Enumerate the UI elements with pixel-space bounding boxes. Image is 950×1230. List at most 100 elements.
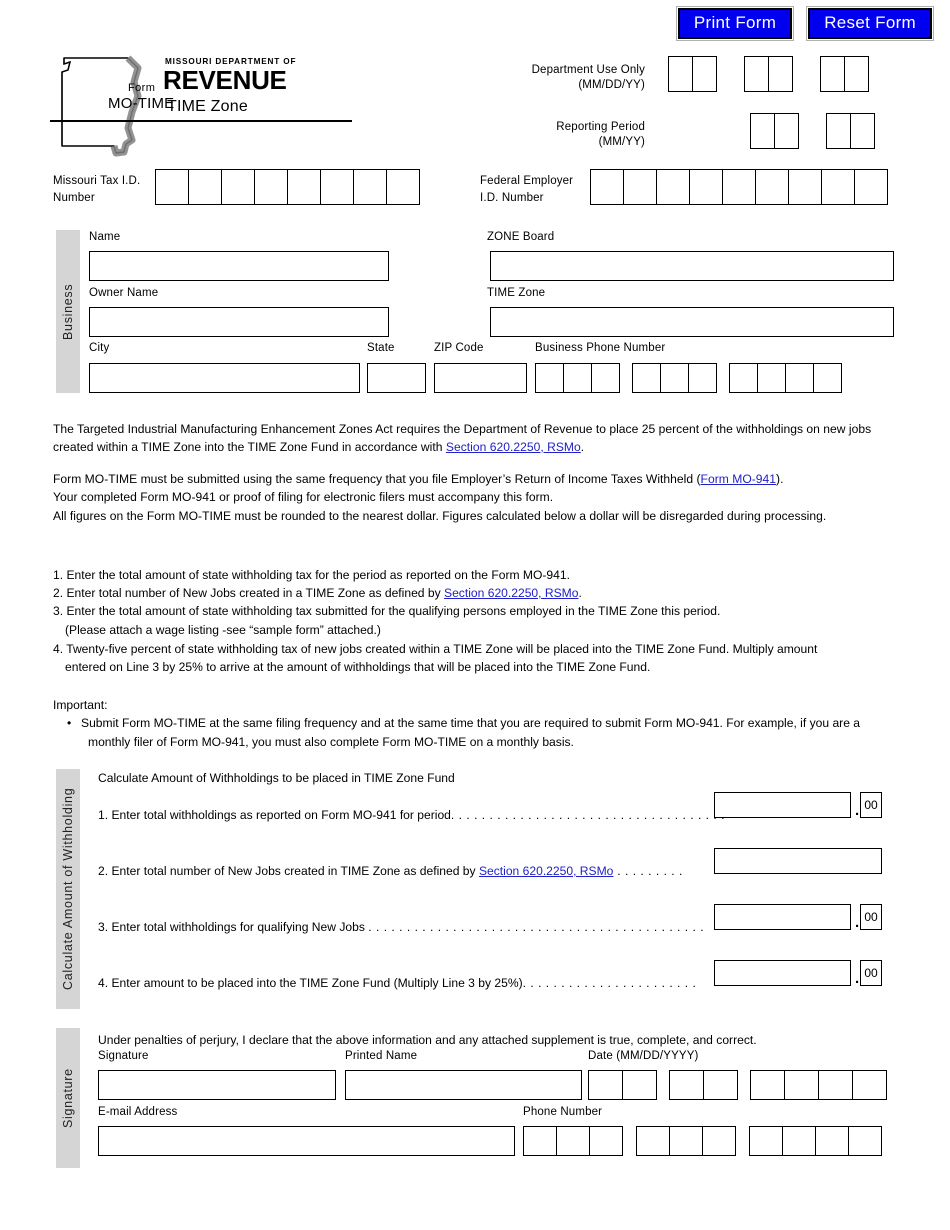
zip-code-input[interactable]	[434, 363, 527, 393]
fein-label-line1: Federal Employer	[480, 175, 574, 187]
reporting-yy-2[interactable]	[850, 113, 875, 149]
signature-phone-d9[interactable]	[815, 1126, 849, 1156]
signature-date-month-group[interactable]	[588, 1070, 657, 1100]
business-phone-d5[interactable]	[660, 363, 689, 393]
dept-use-mm-2[interactable]	[692, 56, 717, 92]
city-input[interactable]	[89, 363, 360, 393]
print-form-button[interactable]: Print Form	[675, 6, 795, 41]
business-phone-d9[interactable]	[785, 363, 814, 393]
email-address-input[interactable]	[98, 1126, 515, 1156]
section-620-2250-link-1[interactable]: Section 620.2250, RSMo	[446, 440, 581, 454]
dept-use-dd-1[interactable]	[744, 56, 769, 92]
fein-digit-4[interactable]	[689, 169, 723, 205]
signature-date-mm-1[interactable]	[588, 1070, 623, 1100]
mo-tax-id-digit-8[interactable]	[386, 169, 420, 205]
mo-tax-id-digit-1[interactable]	[155, 169, 189, 205]
fein-digit-7[interactable]	[788, 169, 822, 205]
signature-date-dd-2[interactable]	[703, 1070, 738, 1100]
signature-date-yyyy-1[interactable]	[750, 1070, 785, 1100]
business-phone-boxes[interactable]	[535, 363, 842, 393]
fein-digit-2[interactable]	[623, 169, 657, 205]
mo-tax-id-digit-5[interactable]	[287, 169, 321, 205]
dept-use-dd-2[interactable]	[768, 56, 793, 92]
signature-phone-d7[interactable]	[749, 1126, 783, 1156]
mo-tax-id-digit-4[interactable]	[254, 169, 288, 205]
business-phone-line-group[interactable]	[729, 363, 842, 393]
signature-date-yyyy-2[interactable]	[784, 1070, 819, 1100]
business-phone-d10[interactable]	[813, 363, 842, 393]
signature-phone-line-group[interactable]	[749, 1126, 882, 1156]
reporting-yy-1[interactable]	[826, 113, 851, 149]
signature-phone-d8[interactable]	[782, 1126, 816, 1156]
calc-line-1-amount-input[interactable]	[714, 792, 851, 818]
signature-date-dd-1[interactable]	[669, 1070, 704, 1100]
business-phone-area-group[interactable]	[535, 363, 620, 393]
fein-digit-1[interactable]	[590, 169, 624, 205]
dept-use-mm-1[interactable]	[668, 56, 693, 92]
reporting-period-boxes[interactable]	[750, 113, 875, 149]
signature-phone-d1[interactable]	[523, 1126, 557, 1156]
printed-name-input[interactable]	[345, 1070, 582, 1100]
dept-use-yy-2[interactable]	[844, 56, 869, 92]
business-phone-d6[interactable]	[688, 363, 717, 393]
fein-digit-3[interactable]	[656, 169, 690, 205]
business-phone-d2[interactable]	[563, 363, 592, 393]
calc-line-4-amount-input[interactable]	[714, 960, 851, 986]
signature-phone-d3[interactable]	[589, 1126, 623, 1156]
reporting-period-month-group[interactable]	[750, 113, 799, 149]
business-phone-d7[interactable]	[729, 363, 758, 393]
signature-date-yyyy-4[interactable]	[852, 1070, 887, 1100]
signature-date-mm-2[interactable]	[622, 1070, 657, 1100]
dept-use-yy-1[interactable]	[820, 56, 845, 92]
dept-use-year-group[interactable]	[820, 56, 869, 92]
section-620-2250-link-2[interactable]: Section 620.2250, RSMo	[444, 586, 578, 600]
signature-phone-d10[interactable]	[848, 1126, 882, 1156]
state-input[interactable]	[367, 363, 426, 393]
mo-tax-id-digit-2[interactable]	[188, 169, 222, 205]
signature-date-yyyy-3[interactable]	[818, 1070, 853, 1100]
date-label: Date (MM/DD/YYYY)	[588, 1050, 699, 1062]
fein-digit-9[interactable]	[854, 169, 888, 205]
reporting-mm-2[interactable]	[774, 113, 799, 149]
time-zone-input[interactable]	[490, 307, 894, 337]
fein-digit-8[interactable]	[821, 169, 855, 205]
intro-p2-text-b: ).	[776, 472, 784, 486]
mo-tax-id-boxes[interactable]	[155, 169, 420, 205]
signature-date-year-group[interactable]	[750, 1070, 887, 1100]
zone-board-input[interactable]	[490, 251, 894, 281]
form-mo-941-link[interactable]: Form MO-941	[701, 472, 776, 486]
business-phone-prefix-group[interactable]	[632, 363, 717, 393]
fein-digit-6[interactable]	[755, 169, 789, 205]
dept-use-month-group[interactable]	[668, 56, 717, 92]
reset-form-button[interactable]: Reset Form	[806, 6, 934, 41]
signature-phone-boxes[interactable]	[523, 1126, 882, 1156]
signature-phone-prefix-group[interactable]	[636, 1126, 736, 1156]
dept-use-day-group[interactable]	[744, 56, 793, 92]
business-phone-d4[interactable]	[632, 363, 661, 393]
owner-name-input[interactable]	[89, 307, 389, 337]
section-620-2250-link-3[interactable]: Section 620.2250, RSMo	[479, 864, 613, 878]
business-phone-d8[interactable]	[757, 363, 786, 393]
mo-tax-id-digit-3[interactable]	[221, 169, 255, 205]
signature-phone-d2[interactable]	[556, 1126, 590, 1156]
fein-digit-5[interactable]	[722, 169, 756, 205]
signature-phone-d4[interactable]	[636, 1126, 670, 1156]
calc-line-2-amount-input[interactable]	[714, 848, 882, 874]
business-name-input[interactable]	[89, 251, 389, 281]
business-phone-d1[interactable]	[535, 363, 564, 393]
business-phone-d3[interactable]	[591, 363, 620, 393]
reporting-period-year-group[interactable]	[826, 113, 875, 149]
signature-date-day-group[interactable]	[669, 1070, 738, 1100]
fein-boxes[interactable]	[590, 169, 888, 205]
instruction-4-line2: entered on Line 3 by 25% to arrive at th…	[65, 660, 651, 674]
mo-tax-id-digit-7[interactable]	[353, 169, 387, 205]
dept-use-date-boxes[interactable]	[668, 56, 869, 92]
signature-phone-area-group[interactable]	[523, 1126, 623, 1156]
reporting-mm-1[interactable]	[750, 113, 775, 149]
signature-date-boxes[interactable]	[588, 1070, 887, 1100]
mo-tax-id-digit-6[interactable]	[320, 169, 354, 205]
signature-input[interactable]	[98, 1070, 336, 1100]
signature-phone-d6[interactable]	[702, 1126, 736, 1156]
signature-phone-d5[interactable]	[669, 1126, 703, 1156]
calc-line-3-amount-input[interactable]	[714, 904, 851, 930]
